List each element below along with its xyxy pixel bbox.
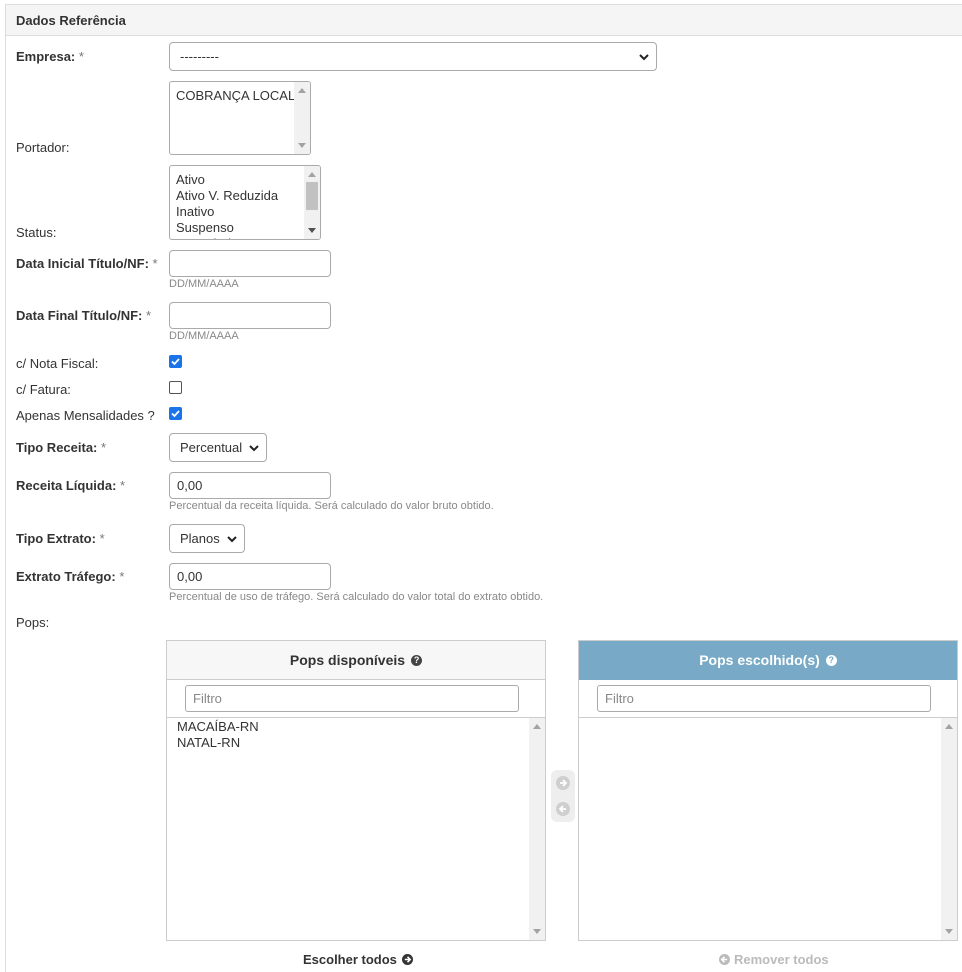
panel-left-border [5, 36, 6, 972]
pops-label: Pops: [16, 615, 50, 630]
check-icon [171, 358, 180, 366]
data-inicial-label: Data Inicial Título/NF: * [16, 256, 158, 271]
pop-available-item[interactable]: MACAÍBA-RN [177, 719, 259, 735]
scroll-down-icon [298, 143, 306, 148]
tipo-extrato-label: Tipo Extrato: * [16, 531, 105, 546]
fatura-label: c/ Fatura: [16, 382, 71, 397]
question-circle-icon[interactable]: ? [825, 654, 837, 666]
status-label: Status: [16, 225, 57, 240]
portador-scrollbar[interactable] [294, 82, 310, 154]
arrow-left-circle-icon [719, 954, 730, 965]
tipo-receita-value: Percentual [180, 440, 243, 455]
pops-mover [551, 770, 575, 822]
choose-all-label: Escolher todos [303, 952, 397, 967]
portador-listbox[interactable]: COBRANÇA LOCAL [169, 81, 311, 155]
status-option[interactable]: Suspenso [176, 220, 278, 236]
arrow-right-circle-icon[interactable] [556, 776, 570, 790]
scroll-up-icon [533, 724, 541, 729]
receita-liquida-hint: Percentual da receita líquida. Será calc… [169, 500, 494, 512]
data-inicial-hint: DD/MM/AAAA [169, 278, 239, 290]
nota-fiscal-checkbox[interactable] [169, 355, 182, 368]
status-option[interactable]: Inativo [176, 204, 278, 220]
portador-option[interactable]: COBRANÇA LOCAL [176, 88, 295, 104]
receita-liquida-input[interactable]: 0,00 [169, 472, 331, 499]
pops-chosen-title: Pops escolhido(s) [699, 652, 820, 668]
status-options: AtivoAtivo V. ReduzidaInativoSuspensoCan… [176, 172, 278, 239]
arrow-right-circle-icon [401, 954, 413, 965]
scroll-up-icon [298, 88, 306, 93]
pops-available-title: Pops disponíveis [289, 652, 406, 668]
pops-available-filter[interactable]: Filtro [185, 685, 519, 712]
extrato-trafego-label: Extrato Tráfego: * [16, 569, 125, 584]
pops-chosen-header: Pops escolhido(s) ? [579, 641, 957, 680]
pops-available-box: Pops disponíveis ? Filtro MACAÍBA-RN NATA… [166, 640, 546, 941]
status-listbox[interactable]: AtivoAtivo V. ReduzidaInativoSuspensoCan… [169, 165, 321, 240]
mensalidades-checkbox[interactable] [169, 407, 182, 420]
extrato-trafego-input[interactable]: 0,00 [169, 563, 331, 590]
nota-fiscal-label: c/ Nota Fiscal: [16, 356, 99, 371]
tipo-receita-label: Tipo Receita: * [16, 440, 107, 455]
data-inicial-input[interactable] [169, 250, 331, 277]
tipo-extrato-value: Planos [180, 531, 220, 546]
arrow-left-circle-icon[interactable] [556, 802, 570, 816]
fatura-checkbox[interactable] [169, 381, 182, 394]
divider [579, 717, 957, 718]
empresa-select-value: --------- [180, 49, 219, 64]
portador-options: COBRANÇA LOCAL [176, 88, 295, 104]
scroll-down-icon [308, 228, 316, 233]
remove-all-label: Remover todos [734, 952, 829, 967]
divider [167, 717, 545, 718]
status-option[interactable]: Ativo V. Reduzida [176, 188, 278, 204]
portador-label: Portador: [16, 140, 70, 155]
question-circle-icon[interactable]: ? [411, 654, 423, 666]
status-option[interactable]: Cancelado [176, 236, 278, 239]
pop-available-item[interactable]: NATAL-RN [177, 735, 259, 751]
receita-liquida-label: Receita Líquida: * [16, 478, 126, 493]
empresa-select[interactable]: --------- [169, 42, 657, 71]
pops-available-list[interactable]: MACAÍBA-RN NATAL-RN [177, 719, 259, 751]
chevron-down-icon [639, 53, 649, 60]
data-final-hint: DD/MM/AAAA [169, 330, 239, 342]
scroll-down-icon [945, 929, 953, 934]
scroll-up-icon [945, 724, 953, 729]
data-final-input[interactable] [169, 302, 331, 329]
scroll-thumb[interactable] [306, 182, 318, 210]
data-final-label: Data Final Título/NF: * [16, 308, 152, 323]
empresa-label: Empresa: * [16, 49, 84, 64]
pops-chosen-filter[interactable]: Filtro [597, 685, 931, 712]
scroll-down-icon [533, 929, 541, 934]
pops-chosen-scrollbar[interactable] [941, 718, 957, 940]
chevron-down-icon [249, 444, 259, 451]
choose-all-button[interactable]: Escolher todos [303, 952, 413, 967]
status-option[interactable]: Ativo [176, 172, 278, 188]
pops-available-header: Pops disponíveis ? [167, 641, 545, 680]
scroll-up-icon [308, 172, 316, 177]
check-icon [171, 410, 180, 418]
tipo-extrato-select[interactable]: Planos [169, 524, 245, 553]
section-header: Dados Referência [5, 4, 962, 36]
remove-all-button[interactable]: Remover todos [719, 952, 829, 967]
tipo-receita-select[interactable]: Percentual [169, 433, 267, 462]
status-scrollbar[interactable] [304, 166, 320, 239]
mensalidades-label: Apenas Mensalidades ? [16, 408, 155, 423]
pops-available-scrollbar[interactable] [529, 718, 545, 940]
section-title: Dados Referência [16, 13, 126, 28]
chevron-down-icon [227, 535, 237, 542]
extrato-trafego-hint: Percentual de uso de tráfego. Será calcu… [169, 591, 544, 603]
pops-chosen-box: Pops escolhido(s) ? Filtro [578, 640, 958, 941]
